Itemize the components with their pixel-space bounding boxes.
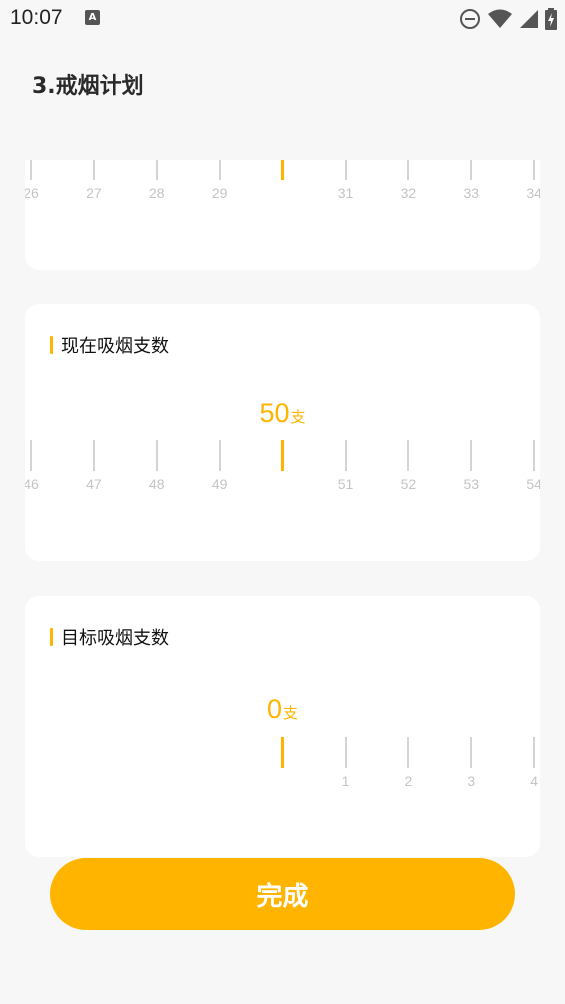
years-ruler-tick-label: 31	[337, 185, 354, 201]
years-ruler-tick-label: 28	[149, 185, 165, 201]
battery-charging-icon	[545, 8, 557, 30]
current-cigarettes-ruler[interactable]: 46 47 48 49 51 52 53 54	[25, 304, 540, 561]
years-ruler-tick-label: 34	[526, 185, 540, 201]
current-ruler-tick-label: 48	[149, 476, 165, 492]
current-ruler-tick-label: 54	[526, 476, 540, 492]
status-icons	[459, 8, 557, 30]
wifi-icon	[488, 9, 512, 28]
years-ruler-tick	[533, 160, 536, 180]
years-ruler-indicator	[281, 160, 285, 180]
current-ruler-tick-label: 46	[25, 476, 39, 492]
current-ruler-tick	[30, 440, 32, 471]
target-ruler-tick-label: 3	[467, 773, 476, 789]
years-ruler-tick-label: 33	[463, 185, 480, 201]
current-ruler-tick-label: 53	[463, 476, 480, 492]
current-ruler-tick-label: 52	[400, 476, 417, 492]
current-ruler-indicator	[281, 440, 285, 471]
current-ruler-tick-label: 47	[86, 476, 102, 492]
current-cigarettes-card: 现在吸烟支数 50支 46 47 48 49 51 52 53 54	[25, 304, 540, 561]
current-ruler-tick-label: 51	[337, 476, 354, 492]
years-ruler-tick-label: 32	[400, 185, 417, 201]
current-ruler-tick	[407, 440, 410, 471]
years-ruler-tick	[30, 160, 32, 180]
current-ruler-tick-label: 49	[211, 476, 228, 492]
current-ruler-tick	[344, 440, 347, 471]
target-ruler-tick	[533, 737, 536, 768]
target-ruler-tick-label: 1	[341, 773, 350, 789]
years-ruler-tick-label: 27	[86, 185, 102, 201]
status-time: 10:07	[10, 6, 63, 29]
page-title: 3.戒烟计划	[32, 74, 144, 99]
cellular-signal-icon	[520, 10, 538, 28]
app-notification-icon: A	[85, 10, 100, 25]
current-ruler-tick	[92, 440, 95, 471]
current-ruler-tick	[470, 440, 473, 471]
current-ruler-tick	[218, 440, 221, 471]
current-ruler-tick	[533, 440, 536, 471]
years-ruler-tick	[92, 160, 95, 180]
done-button[interactable]: 完成	[50, 858, 515, 930]
years-ruler-tick-label: 26	[25, 185, 39, 201]
years-ruler-tick	[344, 160, 347, 180]
target-ruler-indicator	[281, 737, 285, 768]
years-ruler-card: 26 27 28 29 31 32 33 34	[25, 120, 540, 270]
years-ruler-tick	[218, 160, 221, 180]
target-cigarettes-ruler[interactable]: 1 2 3 4	[25, 596, 540, 857]
target-cigarettes-card: 目标吸烟支数 0支 1234	[25, 596, 540, 857]
years-ruler-tick	[470, 160, 473, 180]
years-ruler-tick	[407, 160, 410, 180]
years-ruler-tick	[155, 160, 158, 180]
current-ruler-tick	[155, 440, 158, 471]
target-ruler-tick	[470, 737, 473, 768]
status-bar: 10:07 A	[0, 0, 565, 38]
target-ruler-tick	[344, 737, 347, 768]
target-ruler-tick-label: 4	[530, 773, 539, 789]
years-ruler-tick-label: 29	[211, 185, 228, 201]
target-ruler-tick	[407, 737, 410, 768]
scroll-clip	[25, 120, 540, 160]
target-ruler-tick-label: 2	[404, 773, 413, 789]
do-not-disturb-icon	[460, 9, 480, 29]
